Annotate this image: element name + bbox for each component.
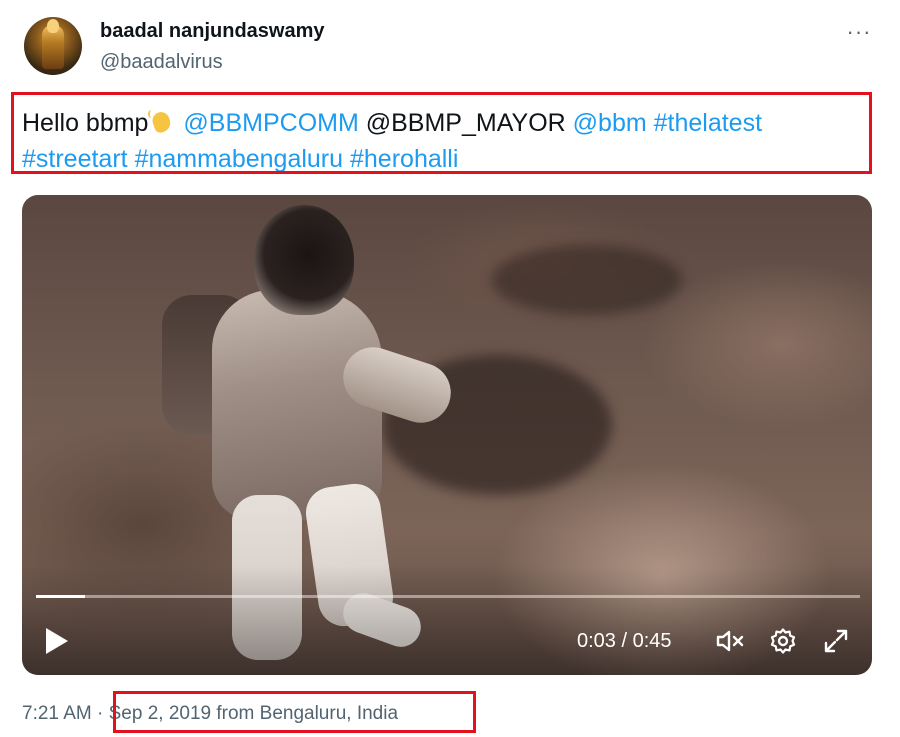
settings-icon[interactable] bbox=[769, 627, 799, 655]
video-player[interactable]: 0:03 / 0:45 bbox=[22, 195, 872, 675]
astronaut-helmet bbox=[254, 205, 354, 315]
tweet-text-highlight-box bbox=[11, 92, 872, 174]
video-time: 0:03 / 0:45 bbox=[577, 628, 672, 654]
play-icon[interactable] bbox=[44, 628, 70, 654]
controls-shade bbox=[22, 565, 872, 675]
video-duration: 0:45 bbox=[632, 630, 672, 652]
avatar[interactable] bbox=[24, 17, 82, 75]
video-frame-shadow-2 bbox=[492, 245, 682, 315]
date-highlight-box bbox=[113, 691, 476, 733]
timestamp-separator: · bbox=[97, 703, 104, 724]
more-options-icon[interactable]: ··· bbox=[844, 21, 874, 43]
video-current-time: 0:03 bbox=[577, 630, 616, 652]
video-progress-fill bbox=[36, 595, 86, 598]
author-name[interactable]: baadal nanjundaswamy bbox=[100, 20, 325, 43]
author-handle[interactable]: @baadalvirus bbox=[100, 51, 223, 74]
video-progress-bar[interactable] bbox=[36, 595, 860, 598]
mute-icon[interactable] bbox=[715, 627, 745, 655]
avatar-figure-head bbox=[47, 19, 59, 33]
tweet-time[interactable]: 7:21 AM bbox=[22, 703, 92, 724]
video-time-separator: / bbox=[615, 630, 633, 652]
fullscreen-icon[interactable] bbox=[822, 627, 852, 655]
